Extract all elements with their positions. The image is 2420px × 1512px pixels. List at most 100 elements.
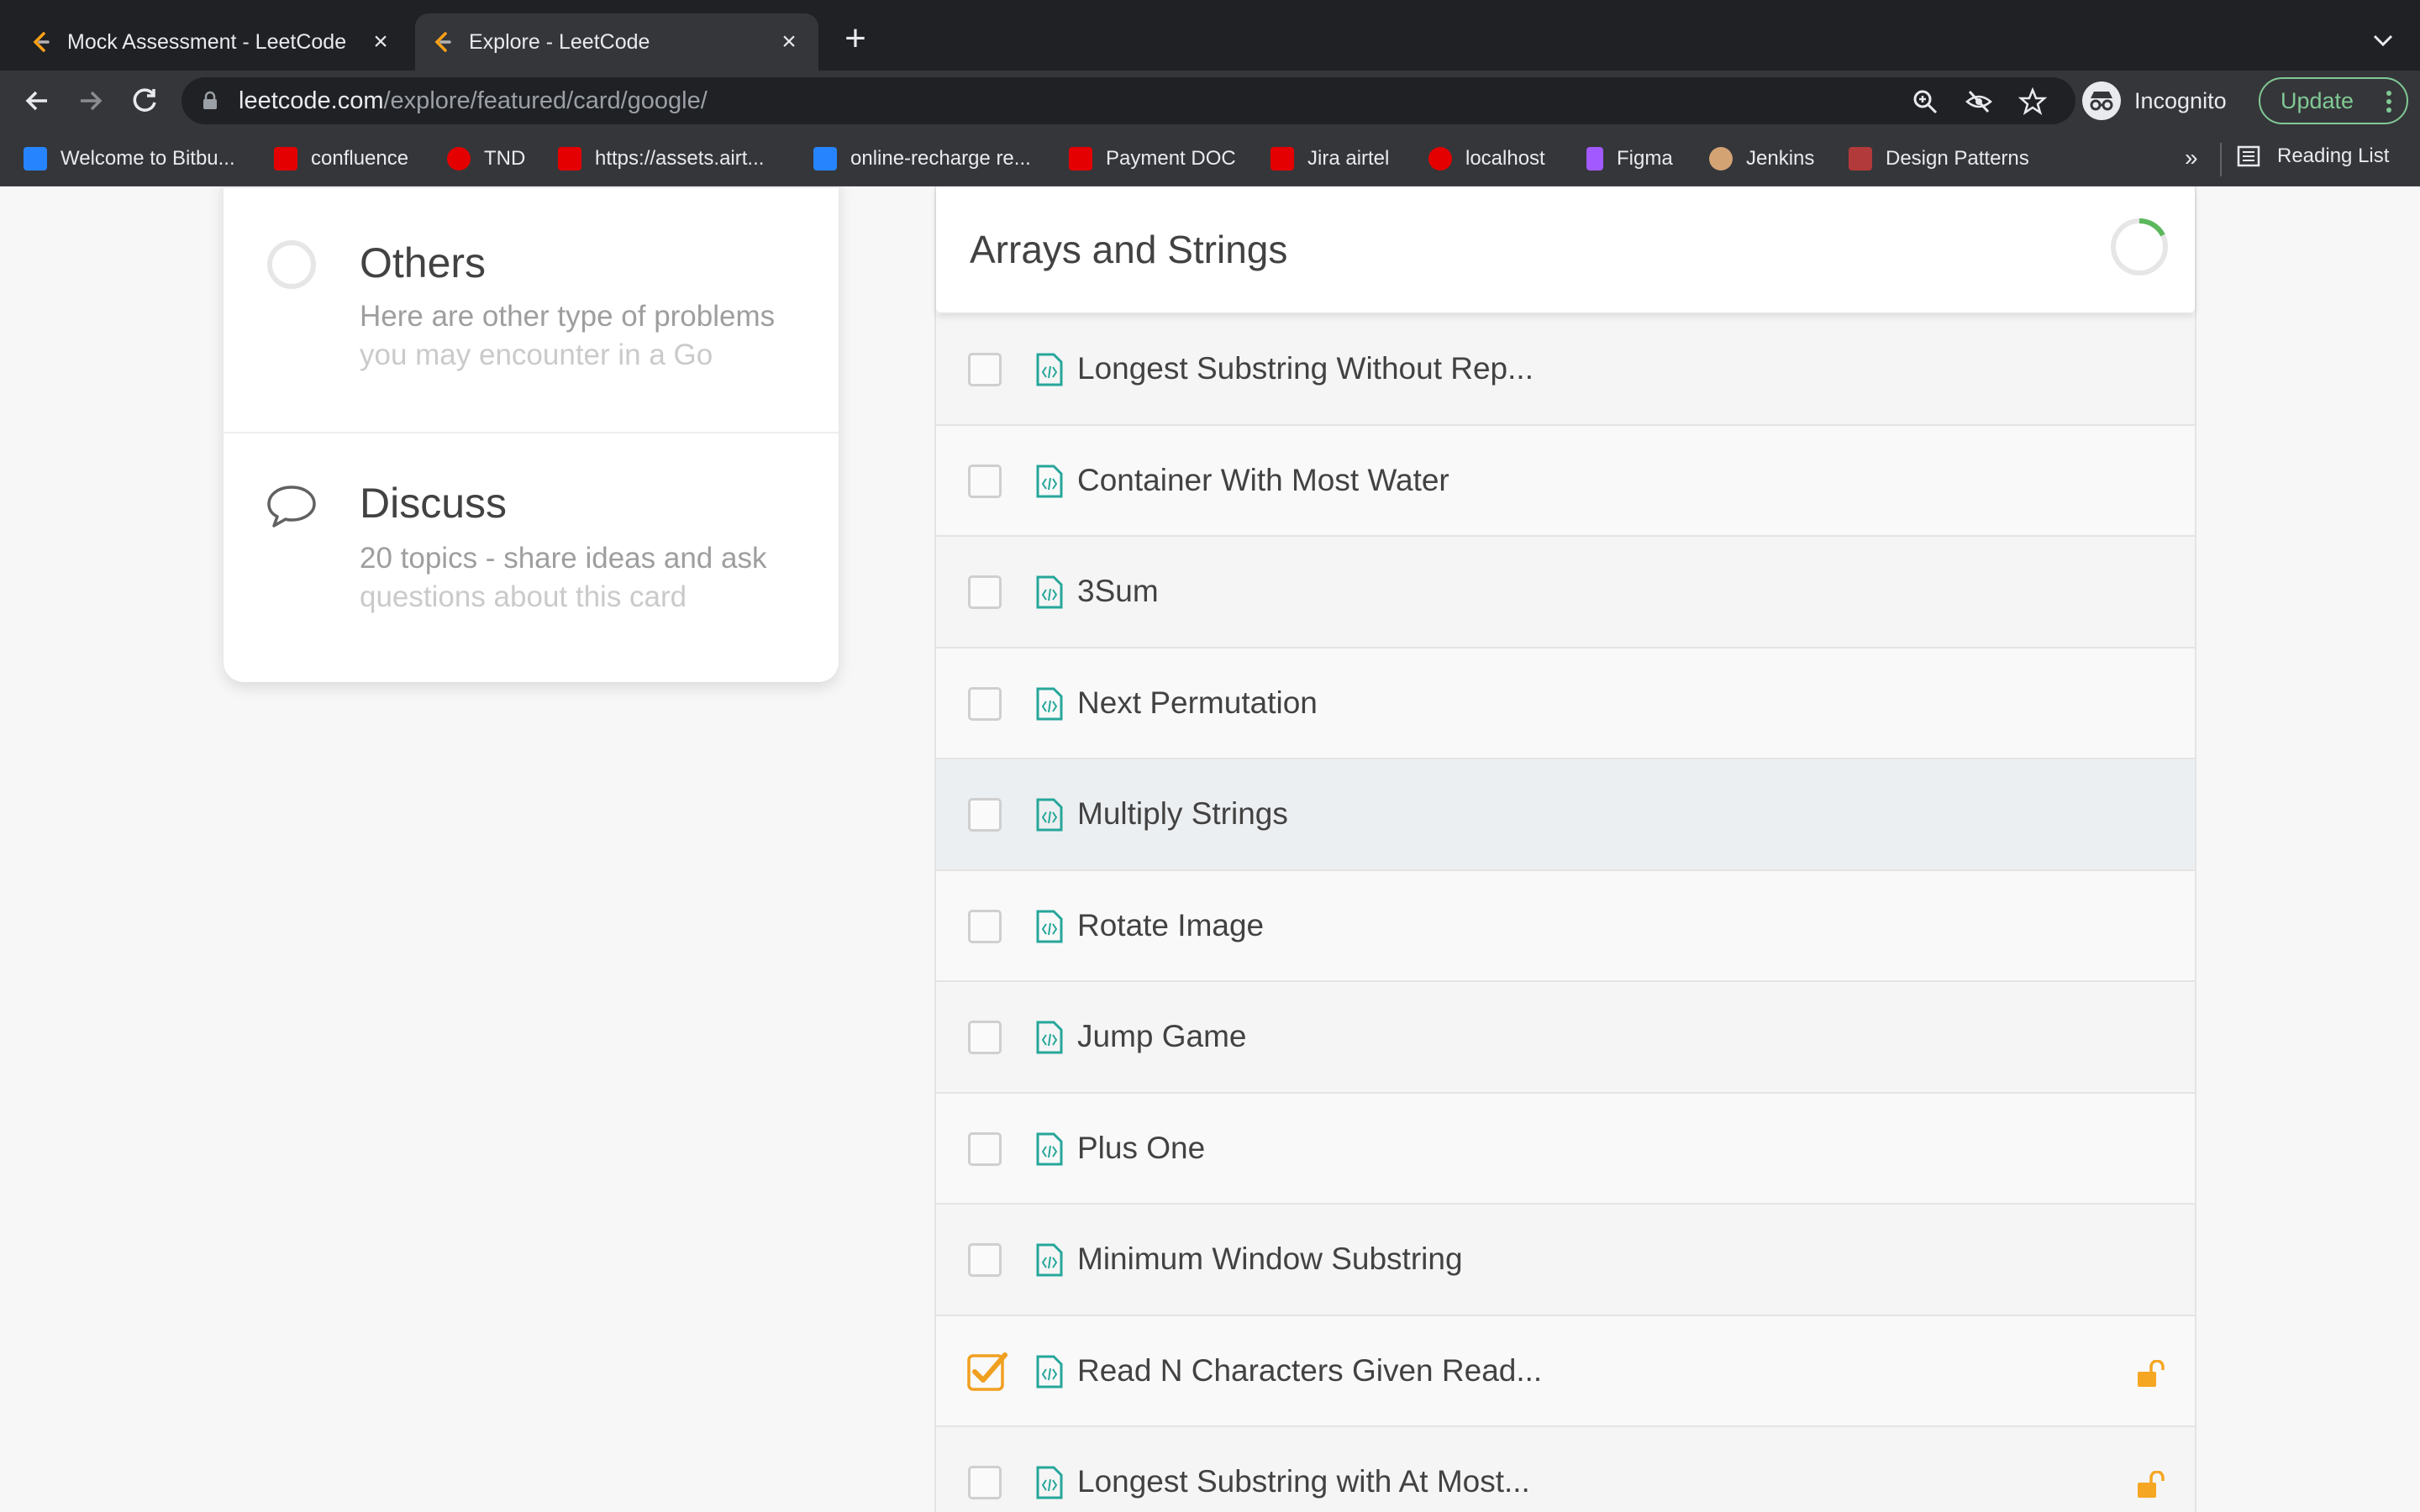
completion-checkbox[interactable] [968, 1021, 1002, 1054]
problem-row[interactable]: Next Permutation [936, 648, 2195, 759]
problem-row[interactable]: 3Sum [936, 537, 2195, 648]
problem-row[interactable]: Multiply Strings [936, 759, 2195, 871]
tab-title: Explore - LeetCode [469, 29, 650, 54]
sidebar-item-discuss[interactable]: Discuss 20 topics - share ideas and ask … [224, 433, 839, 677]
problem-title[interactable]: Plus One [1077, 1131, 1205, 1166]
unlocked-premium-icon [2138, 1359, 2165, 1387]
url-text: leetcode.com/explore/featured/card/googl… [239, 87, 708, 114]
jenkins-icon [1709, 147, 1733, 171]
design-patterns-icon [1849, 147, 1872, 171]
bookmark-item[interactable]: online-recharge re... [813, 144, 1031, 173]
airtel-icon [1270, 147, 1294, 171]
address-bar[interactable]: leetcode.com/explore/featured/card/googl… [182, 77, 2075, 124]
problem-title[interactable]: Read N Characters Given Read... [1077, 1353, 1542, 1389]
bookmark-item[interactable]: Jenkins [1709, 144, 1814, 173]
code-file-icon [1036, 575, 1063, 609]
problem-title[interactable]: Minimum Window Substring [1077, 1242, 1463, 1277]
problem-row[interactable]: Longest Substring Without Rep... [936, 314, 2195, 426]
problem-title[interactable]: Longest Substring with At Most... [1077, 1464, 1530, 1499]
problem-row[interactable]: Jump Game [936, 982, 2195, 1094]
back-button[interactable] [18, 82, 55, 119]
airtel-icon [558, 147, 581, 171]
update-button[interactable]: Update [2259, 77, 2408, 124]
menu-kebab-icon[interactable] [2386, 91, 2391, 113]
eye-blocked-icon[interactable] [1965, 87, 1993, 116]
bookmark-item[interactable]: Jira airtel [1270, 144, 1389, 173]
checked-checkbox-icon[interactable] [966, 1350, 1008, 1392]
bookmark-item[interactable]: https://assets.airt... [558, 144, 764, 173]
chapter-title: Arrays and Strings [970, 228, 1288, 271]
forward-button[interactable] [72, 82, 109, 119]
sidebar-item-title: Others [360, 239, 487, 286]
completion-checkbox[interactable] [968, 909, 1002, 943]
unlocked-premium-icon [2138, 1471, 2165, 1498]
reload-button[interactable] [126, 82, 163, 119]
sidebar-item-title: Discuss [360, 480, 508, 527]
chapter-progress-icon [2111, 218, 2168, 276]
completion-checkbox[interactable] [968, 575, 1002, 609]
problem-row[interactable]: Rotate Image [936, 870, 2195, 982]
problem-title[interactable]: Container With Most Water [1077, 463, 1449, 498]
problem-title[interactable]: Jump Game [1077, 1019, 1247, 1054]
bookmark-item[interactable]: Figma [1583, 144, 1673, 173]
close-tab-icon[interactable]: × [776, 29, 802, 55]
new-tab-button[interactable]: + [837, 20, 874, 59]
bookmarks-bar: Welcome to Bitbu... confluence TND https… [0, 131, 2420, 186]
code-file-icon [1036, 1021, 1063, 1054]
leetcode-favicon-icon [30, 31, 52, 53]
close-tab-icon[interactable]: × [368, 29, 393, 55]
completion-checkbox[interactable] [968, 1243, 1002, 1277]
code-file-icon [1036, 687, 1063, 720]
bookmark-item[interactable]: TND [447, 144, 525, 173]
completion-checkbox[interactable] [968, 353, 1002, 386]
leetcode-favicon-icon [432, 31, 454, 53]
forward-arrow-icon [81, 91, 103, 111]
tab-search-icon[interactable] [2366, 24, 2400, 57]
tab-explore[interactable]: Explore - LeetCode × [415, 13, 818, 71]
profile-button[interactable]: Incognito [2082, 79, 2227, 123]
tab-mock-assessment[interactable]: Mock Assessment - LeetCode × [13, 13, 410, 71]
problem-row[interactable]: Plus One [936, 1093, 2195, 1205]
sidebar-item-description: Here are other type of problems you may … [360, 300, 776, 371]
problem-row[interactable]: Longest Substring with At Most... [936, 1427, 2195, 1512]
problem-title[interactable]: Next Permutation [1077, 685, 1318, 721]
problem-title[interactable]: Multiply Strings [1077, 796, 1288, 832]
bookmark-item[interactable]: Welcome to Bitbu... [24, 144, 235, 173]
code-file-icon [1036, 910, 1063, 942]
bookmarks-overflow-button[interactable]: » [2185, 144, 2198, 171]
problem-title[interactable]: 3Sum [1077, 574, 1159, 609]
bookmark-item[interactable]: Design Patterns [1849, 144, 2029, 173]
completion-checkbox[interactable] [968, 686, 1002, 721]
completion-checkbox[interactable] [968, 798, 1002, 832]
code-file-icon [1036, 1132, 1063, 1165]
bookmark-star-icon[interactable] [2018, 87, 2047, 116]
code-file-icon [1036, 353, 1063, 386]
tab-strip: Mock Assessment - LeetCode × Explore - L… [0, 0, 2420, 71]
problem-title[interactable]: Rotate Image [1077, 908, 1264, 943]
chapter-header[interactable]: Arrays and Strings [936, 186, 2195, 312]
airtel-icon [1069, 147, 1092, 171]
zoom-icon[interactable] [1911, 87, 1939, 116]
tab-title: Mock Assessment - LeetCode [67, 29, 347, 54]
sidebar-item-description: 20 topics - share ideas and ask question… [360, 542, 767, 613]
problem-row[interactable]: Container With Most Water [936, 425, 2195, 537]
problem-row[interactable]: Read N Characters Given Read... [936, 1315, 2195, 1427]
bitbucket-icon [813, 147, 837, 171]
reading-list-button[interactable]: Reading List [2237, 144, 2389, 168]
completion-checkbox[interactable] [968, 1466, 1002, 1499]
completion-checkbox[interactable] [968, 1131, 1002, 1166]
bookmark-item[interactable]: confluence [274, 144, 408, 173]
airtel-icon [274, 147, 297, 171]
problem-row[interactable]: Minimum Window Substring [936, 1205, 2195, 1316]
bookmark-item[interactable]: localhost [1428, 144, 1545, 173]
incognito-icon [2082, 81, 2121, 120]
bookmark-item[interactable]: Payment DOC [1069, 144, 1236, 173]
airtel-logo-icon [447, 147, 471, 171]
code-file-icon [1036, 798, 1063, 832]
lock-icon [203, 91, 217, 109]
problem-title[interactable]: Longest Substring Without Rep... [1077, 351, 1534, 386]
reload-icon [133, 88, 156, 112]
sidebar-item-others[interactable]: Others Here are other type of problems y… [224, 188, 839, 432]
completion-checkbox[interactable] [968, 464, 1002, 498]
chapter-card: Arrays and Strings Longest Substring Wit… [934, 186, 2196, 1512]
